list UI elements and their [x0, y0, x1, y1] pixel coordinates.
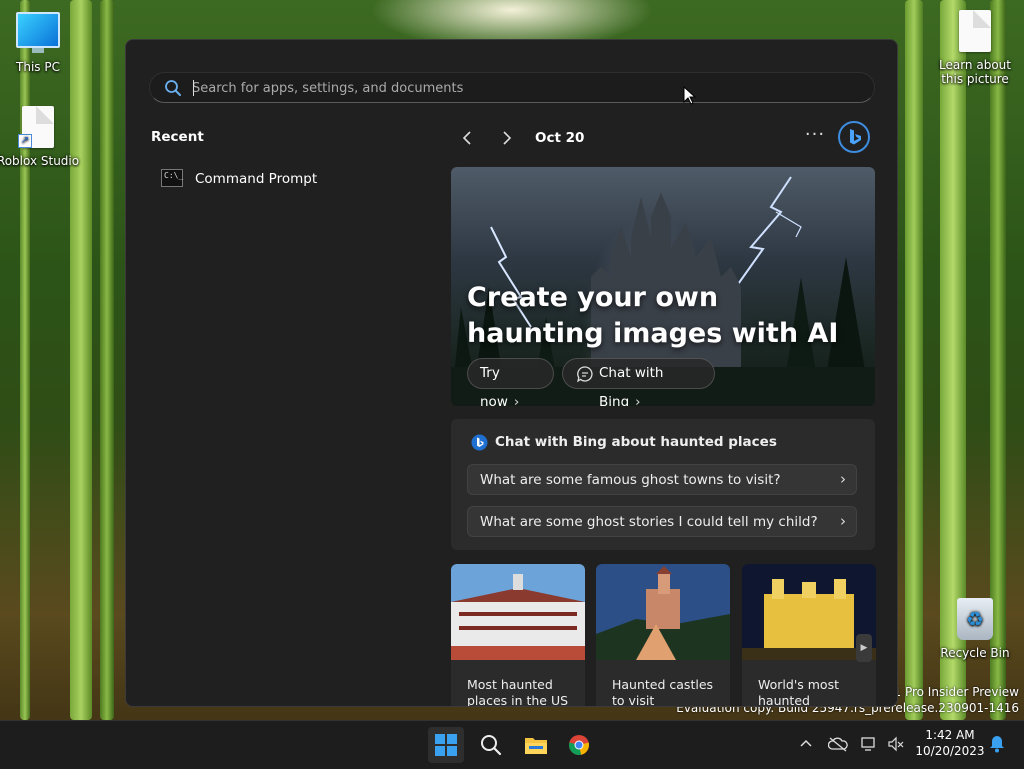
- desktop-icon-learn-about-picture[interactable]: Learn about this picture: [932, 10, 1018, 86]
- widget-nav: Oct 20 ···: [451, 121, 876, 153]
- scroll-right-button[interactable]: ▶: [856, 634, 872, 662]
- roblox-studio-icon: ↗: [18, 106, 54, 148]
- desktop-icon-label: Learn about this picture: [939, 58, 1011, 86]
- news-card-caption: World's most haunted: [758, 677, 839, 707]
- command-prompt-icon: C:\_: [161, 169, 183, 187]
- chevron-right-icon: ›: [840, 470, 846, 488]
- previous-button[interactable]: [453, 124, 481, 152]
- search-input[interactable]: [192, 77, 852, 99]
- clock-button[interactable]: 1:42 AM 10/20/2023: [915, 727, 985, 759]
- castle-image: [596, 564, 730, 660]
- volume-button[interactable]: [885, 733, 907, 755]
- chevron-right-icon: ›: [840, 512, 846, 530]
- onedrive-button[interactable]: [827, 733, 849, 755]
- clock-date: 10/20/2023: [915, 744, 985, 758]
- show-hidden-icons-button[interactable]: [795, 733, 817, 755]
- try-now-label: Try now: [480, 365, 508, 406]
- onedrive-offline-icon: [827, 737, 848, 752]
- chevron-left-icon: [462, 131, 471, 145]
- desktop-icon-this-pc[interactable]: This PC: [0, 12, 81, 74]
- desktop-icon-label: This PC: [16, 60, 60, 74]
- news-card-caption: Haunted castles to visit: [612, 677, 714, 707]
- chat-with-bing-button[interactable]: Chat with Bing ›: [562, 358, 715, 406]
- recent-item-label: Command Prompt: [195, 171, 318, 187]
- this-pc-icon: [16, 12, 60, 53]
- suggestion-ghost-towns[interactable]: What are some famous ghost towns to visi…: [467, 464, 857, 495]
- desktop-icon-roblox-studio[interactable]: ↗ Roblox Studio: [0, 106, 81, 168]
- file-explorer-button[interactable]: [517, 727, 553, 763]
- taskbar-search-button[interactable]: [473, 727, 509, 763]
- bing-icon: [471, 434, 488, 451]
- news-card-haunted-castles[interactable]: Haunted castles to visit: [596, 564, 730, 707]
- arrow-right-icon: ▶: [860, 643, 868, 653]
- news-card-caption: Most haunted places in the US: [467, 677, 569, 707]
- widget-date: Oct 20: [535, 130, 585, 146]
- chat-bubble-icon: [577, 366, 593, 383]
- bing-button[interactable]: [838, 121, 870, 153]
- bing-icon: [850, 129, 861, 145]
- desktop-icon-label: Recycle Bin: [940, 646, 1010, 660]
- shortcut-arrow-icon: ↗: [18, 134, 32, 148]
- network-icon: [861, 737, 875, 751]
- chevron-right-icon: ›: [513, 394, 520, 406]
- chevron-right-icon: ›: [635, 394, 641, 406]
- start-button[interactable]: [428, 727, 464, 763]
- file-explorer-icon: [525, 738, 547, 754]
- recycle-bin-icon: ♻: [957, 598, 993, 640]
- network-button[interactable]: [859, 733, 881, 755]
- mouse-cursor-icon: [683, 86, 697, 105]
- news-card-haunted-us[interactable]: Most haunted places in the US: [451, 564, 585, 707]
- suggestion-text: What are some ghost stories I could tell…: [480, 514, 818, 530]
- haunted-hotel-image: [451, 564, 585, 660]
- suggestion-text: What are some famous ghost towns to visi…: [480, 472, 781, 488]
- text-caret: [193, 80, 194, 96]
- notifications-button[interactable]: [986, 733, 1008, 755]
- hero-banner[interactable]: Create your own haunting images with AI …: [451, 167, 875, 406]
- chevron-up-icon: [800, 739, 812, 747]
- search-icon: [481, 735, 502, 756]
- search-icon: [165, 80, 181, 96]
- next-button[interactable]: [493, 124, 521, 152]
- windows-start-icon: [435, 734, 457, 756]
- chat-card-title: Chat with Bing about haunted places: [471, 434, 777, 451]
- chrome-icon: [568, 735, 590, 756]
- try-now-button[interactable]: Try now ›: [467, 358, 554, 406]
- volume-muted-icon: [888, 736, 904, 752]
- hero-headline: Create your own haunting images with AI: [467, 282, 839, 349]
- start-menu: Recent C:\_ Command Prompt Oct 20 ···: [125, 39, 898, 707]
- chevron-right-icon: [503, 131, 512, 145]
- document-icon: [959, 10, 991, 52]
- suggestion-ghost-stories[interactable]: What are some ghost stories I could tell…: [467, 506, 857, 537]
- desktop-icon-label: Roblox Studio: [0, 154, 80, 168]
- bell-icon: [990, 736, 1004, 753]
- more-options-button[interactable]: ···: [801, 124, 829, 152]
- chrome-button[interactable]: [561, 727, 597, 763]
- recent-item-command-prompt[interactable]: C:\_ Command Prompt: [151, 165, 421, 195]
- desktop-icon-recycle-bin[interactable]: ♻ Recycle Bin: [932, 598, 1018, 660]
- search-box[interactable]: [149, 72, 875, 103]
- recent-heading: Recent: [151, 129, 204, 145]
- clock-time: 1:42 AM: [925, 728, 975, 742]
- taskbar: 1:42 AM 10/20/2023: [0, 720, 1024, 769]
- chat-card-title-text: Chat with Bing about haunted places: [495, 434, 777, 450]
- chat-suggestions-card: Chat with Bing about haunted places What…: [451, 419, 875, 550]
